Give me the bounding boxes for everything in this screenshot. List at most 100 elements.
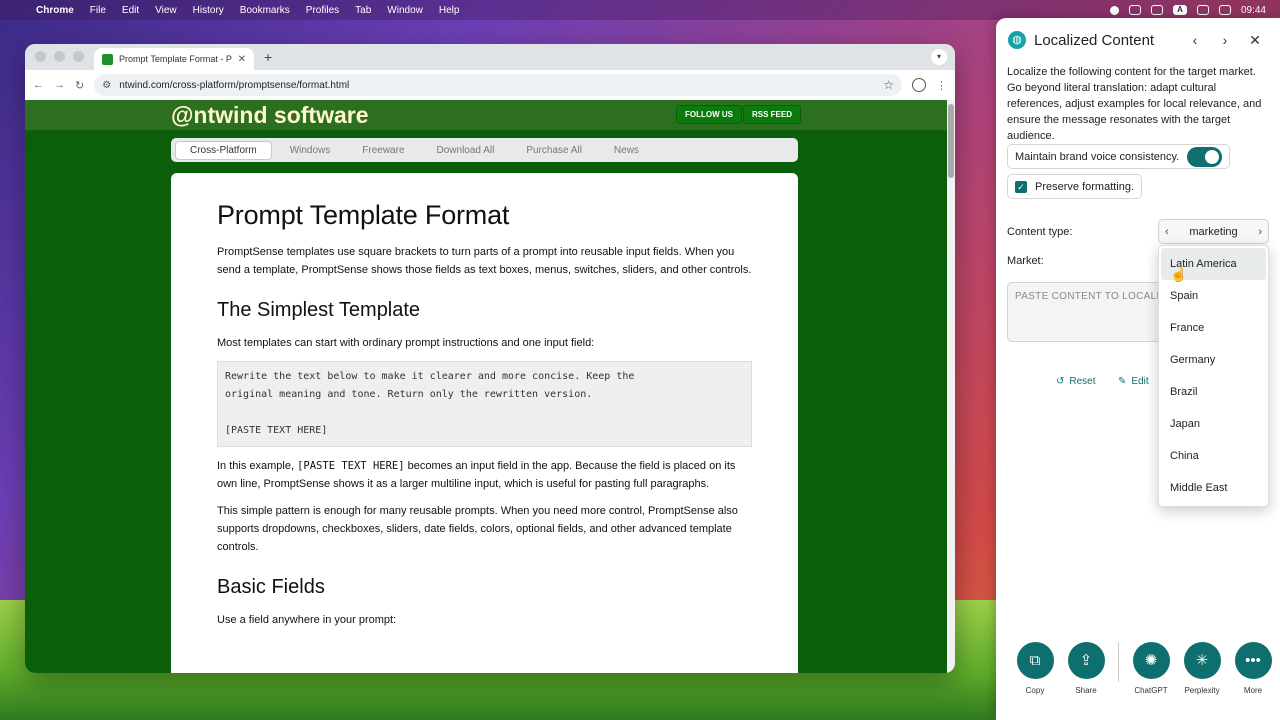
bookmark-star-icon[interactable]: ☆ (883, 78, 894, 92)
follow-us-button[interactable]: FOLLOW US (676, 105, 742, 124)
activity-icon[interactable] (1128, 5, 1141, 15)
input-source-icon[interactable]: A (1172, 5, 1187, 15)
close-icon[interactable]: ✕ (1240, 32, 1270, 49)
screen-mirroring-icon[interactable] (1196, 5, 1209, 15)
code-block: Rewrite the text below to make it cleare… (217, 361, 752, 447)
market-option-brazil[interactable]: Brazil (1161, 376, 1266, 408)
profile-icon[interactable] (912, 78, 926, 92)
chevron-left-icon[interactable]: ‹ (1165, 226, 1169, 238)
menu-edit[interactable]: Edit (114, 5, 147, 16)
copy-icon: ⧉ (1016, 642, 1054, 679)
tab-search-chevron-icon[interactable]: ▾ (931, 49, 947, 65)
nav-cross-platform[interactable]: Cross-Platform (175, 140, 272, 160)
market-option-china[interactable]: China (1161, 440, 1266, 472)
menu-bookmarks[interactable]: Bookmarks (232, 5, 298, 16)
content-type-label: Content type: (1007, 226, 1073, 238)
market-option-middle-east[interactable]: Middle East (1161, 472, 1266, 504)
copy-label: Copy (1025, 686, 1045, 695)
inline-code: [PASTE TEXT HERE] (297, 460, 405, 472)
browser-tab[interactable]: Prompt Template Format - Pr ✕ (94, 48, 254, 70)
menu-window[interactable]: Window (379, 5, 431, 16)
site-header: @ntwind software FOLLOW US RSS FEED (25, 100, 947, 130)
close-tab-icon[interactable]: ✕ (238, 54, 246, 65)
rss-feed-button[interactable]: RSS FEED (743, 105, 802, 124)
share-button[interactable]: ⇪ Share (1067, 640, 1105, 695)
share-icon: ⇪ (1067, 642, 1105, 679)
menu-app-name[interactable]: Chrome (28, 5, 82, 16)
nav-windows[interactable]: Windows (276, 142, 345, 159)
market-option-japan[interactable]: Japan (1161, 408, 1266, 440)
reset-label: Reset (1069, 376, 1096, 387)
nav-news[interactable]: News (600, 142, 653, 159)
menu-file[interactable]: File (82, 5, 114, 16)
chatgpt-label: ChatGPT (1134, 686, 1168, 695)
close-window-button[interactable] (35, 51, 46, 62)
brand-voice-switch-row[interactable]: Maintain brand voice consistency. (1007, 144, 1231, 169)
paragraph-example: In this example, [PASTE TEXT HERE] becom… (217, 457, 752, 493)
next-icon[interactable]: › (1210, 32, 1240, 48)
pencil-icon: ✎ (1118, 376, 1127, 387)
market-label: Market: (1007, 255, 1044, 267)
edit-button[interactable]: ✎ Edit (1118, 376, 1149, 387)
chevron-right-icon[interactable]: › (1258, 226, 1262, 238)
menu-history[interactable]: History (185, 5, 232, 16)
paragraph-pattern: This simple pattern is enough for many r… (217, 505, 738, 553)
content-type-stepper[interactable]: ‹ marketing › (1158, 219, 1269, 244)
page-scrollbar[interactable] (947, 100, 955, 673)
brand-voice-label: Maintain brand voice consistency. (1015, 150, 1180, 163)
previous-icon[interactable]: ‹ (1180, 32, 1210, 48)
tab-strip: Prompt Template Format - Pr ✕ + ▾ (25, 44, 955, 70)
section-heading-simplest: The Simplest Template (217, 299, 421, 321)
menu-bar: Chrome File Edit View History Bookmarks … (0, 0, 1280, 20)
nav-download-all[interactable]: Download All (423, 142, 509, 159)
market-option-germany[interactable]: Germany (1161, 344, 1266, 376)
perplexity-button[interactable]: ✳ Perplexity (1183, 640, 1221, 695)
site-info-icon[interactable]: ⚙ (102, 80, 111, 91)
address-bar[interactable]: ⚙ ntwind.com/cross-platform/promptsense/… (94, 74, 902, 96)
clock[interactable]: 09:44 (1241, 5, 1266, 16)
web-page: @ntwind software FOLLOW US RSS FEED Cros… (25, 100, 955, 673)
window-controls (25, 51, 94, 70)
menu-profiles[interactable]: Profiles (298, 5, 347, 16)
brand-voice-toggle[interactable] (1187, 146, 1223, 167)
new-tab-icon[interactable]: + (254, 49, 282, 70)
more-label: More (1243, 686, 1263, 695)
globe-icon: ◍ (1008, 31, 1026, 49)
market-option-spain[interactable]: Spain (1161, 280, 1266, 312)
preserve-formatting-row[interactable]: ✓ Preserve formatting. (1007, 174, 1143, 199)
chatgpt-button[interactable]: ✺ ChatGPT (1132, 640, 1170, 695)
record-icon[interactable] (1109, 5, 1119, 15)
scrollbar-thumb[interactable] (948, 104, 954, 178)
reload-icon[interactable]: ↻ (75, 79, 84, 92)
forward-icon[interactable]: → (54, 79, 65, 91)
tab-title: Prompt Template Format - Pr (119, 54, 232, 64)
zoom-window-button[interactable] (73, 51, 84, 62)
display-icon[interactable] (1150, 5, 1163, 15)
url-text: ntwind.com/cross-platform/promptsense/fo… (119, 79, 350, 91)
copy-button[interactable]: ⧉ Copy (1016, 640, 1054, 695)
menu-view[interactable]: View (147, 5, 185, 16)
back-icon[interactable]: ← (33, 79, 44, 91)
nav-freeware[interactable]: Freeware (348, 142, 418, 159)
section-heading-basic: Basic Fields (217, 576, 325, 598)
site-favicon-icon (102, 53, 113, 65)
menu-help[interactable]: Help (431, 5, 468, 16)
preserve-formatting-label: Preserve formatting. (1035, 180, 1135, 193)
market-dropdown-menu: Latin America Spain France Germany Brazi… (1158, 245, 1269, 507)
more-icon: ••• (1234, 642, 1272, 679)
nav-purchase-all[interactable]: Purchase All (512, 142, 596, 159)
browser-menu-icon[interactable]: ⋮ (936, 79, 947, 92)
checkmark-icon[interactable]: ✓ (1015, 180, 1027, 193)
market-option-france[interactable]: France (1161, 312, 1266, 344)
site-nav: Cross-Platform Windows Freeware Download… (171, 138, 798, 162)
minimize-window-button[interactable] (54, 51, 65, 62)
reset-button[interactable]: ↺ Reset (1056, 376, 1096, 387)
more-button[interactable]: ••• More (1234, 640, 1272, 695)
site-logo[interactable]: @ntwind software (171, 102, 369, 129)
paragraph-simplest: Most templates can start with ordinary p… (217, 337, 595, 349)
page-title: Prompt Template Format (217, 200, 510, 230)
chatgpt-icon: ✺ (1132, 642, 1170, 679)
menu-tab[interactable]: Tab (347, 5, 379, 16)
control-center-icon[interactable] (1218, 5, 1231, 15)
share-label: Share (1075, 686, 1097, 695)
